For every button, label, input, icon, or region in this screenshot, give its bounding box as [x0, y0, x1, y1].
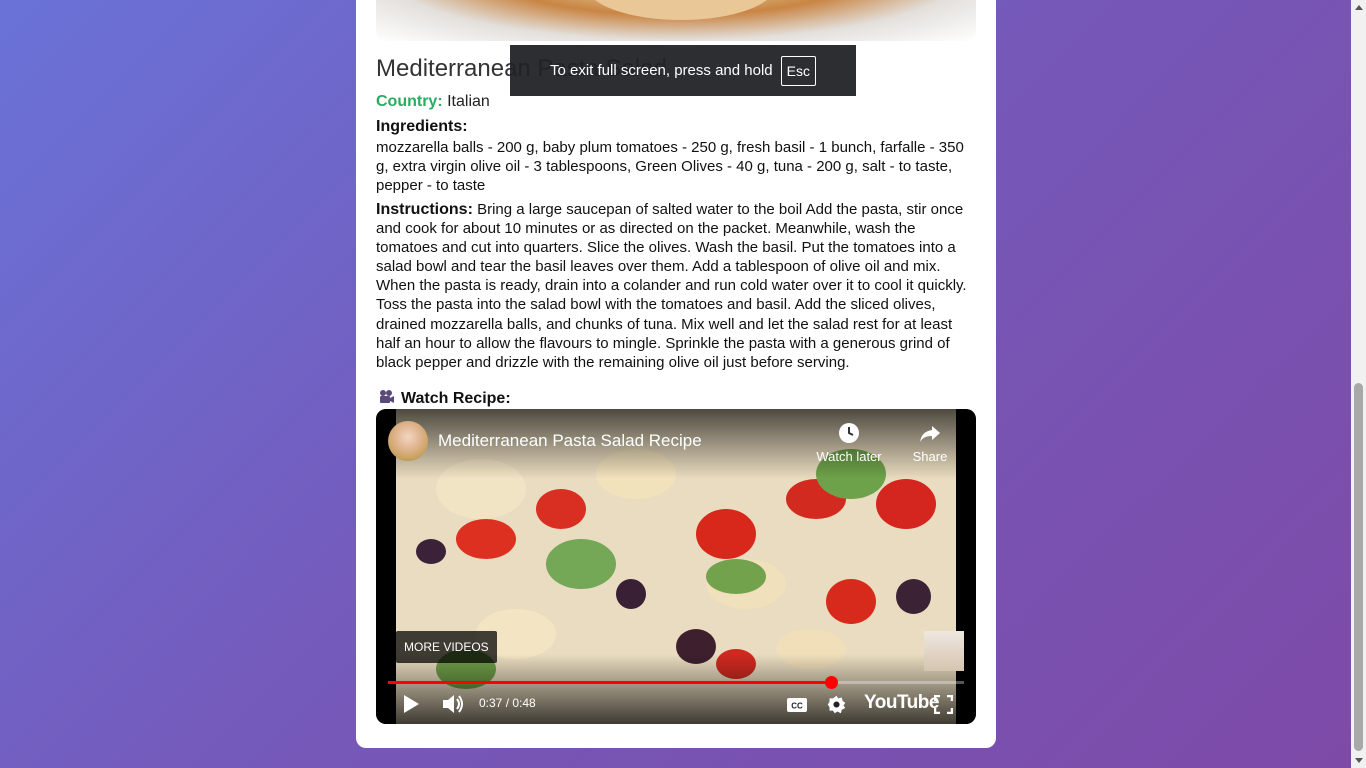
watch-recipe-heading: Watch Recipe: [378, 389, 511, 408]
watch-recipe-label: Watch Recipe: [401, 389, 511, 407]
share-button[interactable]: Share [890, 421, 970, 464]
scroll-up-arrow-icon[interactable] [1355, 5, 1363, 10]
watch-later-button[interactable]: Watch later [809, 421, 889, 464]
esc-key-badge: Esc [780, 55, 816, 86]
recipe-country: Country: Italian [376, 93, 490, 111]
share-icon [920, 426, 940, 442]
country-value: Italian [447, 93, 490, 110]
share-label: Share [912, 449, 948, 464]
fullscreen-exit-toast: To exit full screen, press and hold Esc [510, 45, 856, 96]
video-player[interactable]: Mediterranean Pasta Salad Recipe Watch l… [376, 409, 976, 724]
progress-scrubber[interactable] [825, 676, 839, 689]
watch-later-label: Watch later [816, 449, 882, 464]
toast-message: To exit full screen, press and hold [550, 62, 773, 79]
instructions-text: Bring a large saucepan of salted water t… [376, 201, 967, 371]
volume-icon[interactable] [441, 693, 465, 715]
settings-gear-icon[interactable] [826, 694, 847, 715]
clock-icon [839, 423, 859, 443]
channel-avatar[interactable] [388, 421, 428, 461]
country-label: Country: [376, 93, 443, 110]
ingredients-text: mozzarella balls - 200 g, baby plum toma… [376, 139, 964, 194]
youtube-logo[interactable]: YouTube [864, 692, 939, 714]
play-icon[interactable] [402, 694, 420, 714]
progress-bar-fill [388, 681, 832, 684]
video-camera-icon [378, 389, 395, 408]
ingredients-heading: Ingredients: [376, 118, 468, 135]
recipe-image [376, 0, 976, 41]
svg-text:CC: CC [791, 702, 803, 711]
instructions: Instructions: Bring a large saucepan of … [376, 200, 976, 372]
channel-thumbnail[interactable] [924, 631, 964, 671]
scroll-down-arrow-icon[interactable] [1355, 758, 1363, 763]
time-display: 0:37 / 0:48 [479, 696, 536, 710]
video-title[interactable]: Mediterranean Pasta Salad Recipe [438, 431, 702, 451]
fullscreen-icon[interactable] [934, 695, 953, 714]
scrollbar-thumb[interactable] [1354, 383, 1363, 751]
instructions-label: Instructions: [376, 201, 473, 218]
more-videos-button[interactable]: MORE VIDEOS [396, 631, 497, 663]
page-scrollbar[interactable] [1351, 0, 1366, 768]
closed-captions-icon[interactable]: CC [786, 697, 808, 713]
